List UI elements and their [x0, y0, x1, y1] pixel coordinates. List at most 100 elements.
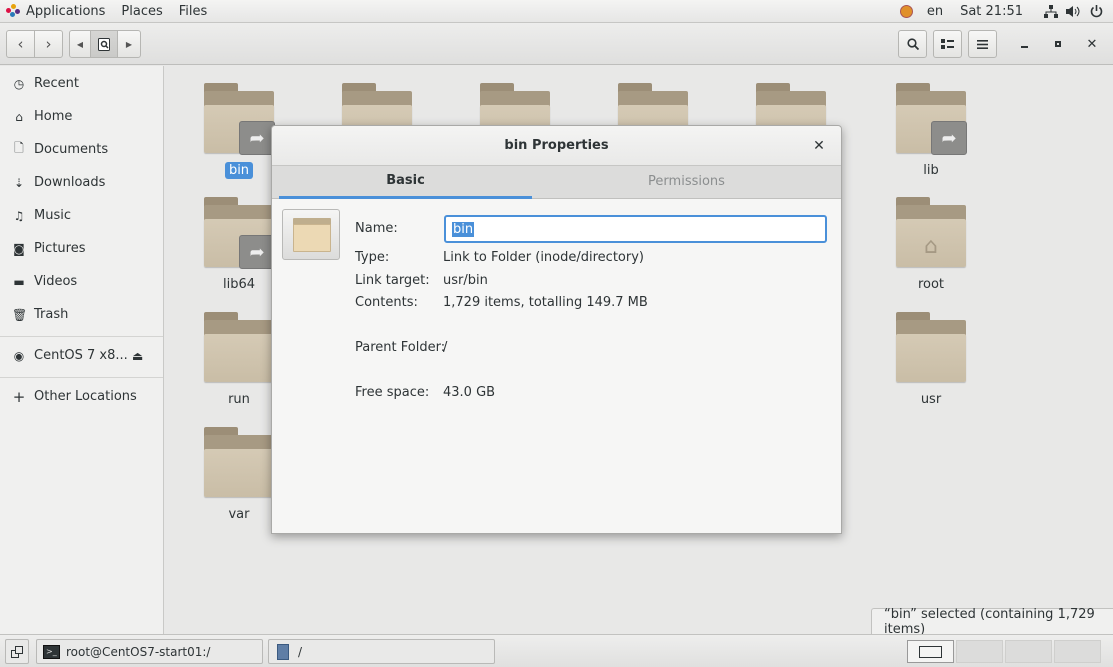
- folder-usr[interactable]: usr: [891, 312, 971, 422]
- tab-basic[interactable]: Basic: [279, 166, 532, 199]
- path-right-button[interactable]: ▶: [117, 30, 141, 58]
- minimize-icon: [1020, 46, 1028, 48]
- sidebar-item-downloads[interactable]: ⇣ Downloads: [0, 166, 163, 199]
- places-sidebar: ◷ Recent ⌂ Home 🗋 Documents ⇣ Downloads …: [0, 66, 164, 634]
- plus-icon: +: [12, 387, 26, 406]
- workspace-3[interactable]: [1005, 640, 1052, 663]
- network-icon: [1044, 5, 1058, 18]
- sidebar-item-other-locations[interactable]: + Other Locations: [0, 380, 163, 413]
- sidebar-item-documents[interactable]: 🗋 Documents: [0, 133, 163, 166]
- back-button[interactable]: ‹: [6, 30, 35, 58]
- folder-preview-icon[interactable]: [282, 209, 340, 260]
- minimize-button[interactable]: [1010, 30, 1038, 58]
- terminal-icon: >_: [43, 644, 60, 659]
- workspace-1[interactable]: [907, 640, 954, 663]
- free-space-label: Free space:: [355, 385, 430, 400]
- folder-label: var: [228, 507, 250, 522]
- taskbar-terminal[interactable]: >_ root@CentOS7-start01:/: [36, 639, 263, 664]
- sidebar-separator: [0, 377, 163, 378]
- language-indicator[interactable]: en: [920, 0, 950, 23]
- workspace-2[interactable]: [956, 640, 1003, 663]
- maximize-button[interactable]: [1044, 30, 1072, 58]
- menu-button[interactable]: [968, 30, 997, 58]
- language-label: en: [926, 4, 944, 19]
- document-icon: 🗋: [14, 141, 24, 155]
- name-label: Name:: [355, 221, 398, 236]
- folder-lib64[interactable]: ➦ lib64: [199, 197, 279, 307]
- close-window-button[interactable]: ✕: [1078, 30, 1106, 58]
- arrow-left-icon: ◀: [76, 39, 84, 49]
- places-menu[interactable]: Places: [115, 0, 172, 23]
- home-icon: ⌂: [924, 234, 938, 259]
- forward-button[interactable]: ›: [34, 30, 63, 58]
- sidebar-item-videos[interactable]: ▬ Videos: [0, 265, 163, 298]
- path-root-button[interactable]: [90, 30, 118, 58]
- folder-icon: [204, 312, 274, 384]
- view-toggle-button[interactable]: [933, 30, 962, 58]
- folder-label: run: [228, 392, 250, 407]
- folder-label: bin: [224, 162, 254, 179]
- sidebar-item-music[interactable]: ♫ Music: [0, 199, 163, 232]
- system-menu[interactable]: [1037, 0, 1113, 23]
- disc-icon: ◉: [13, 348, 25, 363]
- files-menu[interactable]: Files: [173, 0, 218, 23]
- maximize-icon: [1055, 41, 1061, 47]
- selection-status: “bin” selected (containing 1,729 items): [871, 607, 1113, 637]
- name-field[interactable]: bin: [444, 215, 827, 243]
- trash-icon: 🗑: [12, 307, 28, 322]
- show-desktop-button[interactable]: [5, 639, 29, 664]
- notification-indicator[interactable]: [893, 0, 920, 23]
- face-icon: [899, 5, 913, 18]
- contents-label: Contents:: [355, 295, 418, 310]
- parent-folder-label: Parent Folder:: [355, 340, 446, 355]
- folder-run[interactable]: run: [199, 312, 279, 422]
- taskbar-terminal-label: root@CentOS7-start01:/: [66, 644, 211, 659]
- sidebar-separator: [0, 336, 163, 337]
- search-button[interactable]: [898, 30, 927, 58]
- free-space-value: 43.0 GB: [443, 385, 496, 400]
- path-left-button[interactable]: ◀: [69, 30, 91, 58]
- sidebar-item-label: Downloads: [34, 175, 106, 190]
- folder-label: root: [917, 277, 945, 292]
- folder-lib[interactable]: ➦ lib: [891, 83, 971, 193]
- close-icon: ✕: [813, 138, 825, 154]
- dialog-tabs: Basic Permissions: [272, 166, 841, 199]
- close-icon: ✕: [1086, 36, 1098, 52]
- tab-permissions[interactable]: Permissions: [532, 166, 841, 199]
- sidebar-item-label: Documents: [34, 142, 109, 157]
- power-icon: [1090, 5, 1103, 18]
- workspace-4[interactable]: [1054, 640, 1101, 663]
- clock[interactable]: Sat 21:51: [950, 0, 1037, 23]
- folder-icon: [204, 427, 274, 499]
- sidebar-item-home[interactable]: ⌂ Home: [0, 100, 163, 133]
- arrow-right-icon: ▶: [125, 39, 133, 49]
- camera-icon: ◙: [13, 241, 25, 256]
- music-icon: ♫: [13, 208, 25, 223]
- link-arrow-icon: ➦: [931, 121, 967, 155]
- sidebar-item-centos-device[interactable]: ◉ CentOS 7 x8... ⏏: [0, 339, 163, 372]
- eject-icon[interactable]: ⏏: [132, 349, 143, 363]
- hamburger-icon: [977, 39, 988, 49]
- applications-menu[interactable]: Applications: [0, 0, 115, 23]
- desktop-icon: [11, 645, 23, 658]
- folder-var[interactable]: var: [199, 427, 279, 537]
- sidebar-item-trash[interactable]: 🗑 Trash: [0, 298, 163, 331]
- name-value: bin: [452, 221, 475, 237]
- volume-icon: [1066, 6, 1080, 17]
- sidebar-item-recent[interactable]: ◷ Recent: [0, 67, 163, 100]
- dialog-close-button[interactable]: ✕: [807, 134, 831, 158]
- sidebar-item-label: Videos: [34, 274, 78, 289]
- folder-icon: [896, 312, 966, 384]
- link-target-value: usr/bin: [443, 273, 488, 288]
- taskbar-files[interactable]: /: [268, 639, 495, 664]
- taskbar: >_ root@CentOS7-start01:/ /: [0, 634, 1113, 667]
- folder-root[interactable]: ⌂ root: [891, 197, 971, 307]
- sidebar-item-pictures[interactable]: ◙ Pictures: [0, 232, 163, 265]
- drive-icon: [98, 37, 110, 51]
- folder-bin[interactable]: ➦ bin: [199, 83, 279, 193]
- contents-value: 1,729 items, totalling 149.7 MB: [443, 295, 648, 310]
- properties-dialog: bin Properties ✕ Basic Permissions Name:…: [271, 125, 842, 534]
- chevron-right-icon: ›: [45, 35, 52, 53]
- sidebar-item-label: CentOS 7 x8...: [34, 348, 128, 363]
- file-cabinet-icon: [277, 643, 289, 660]
